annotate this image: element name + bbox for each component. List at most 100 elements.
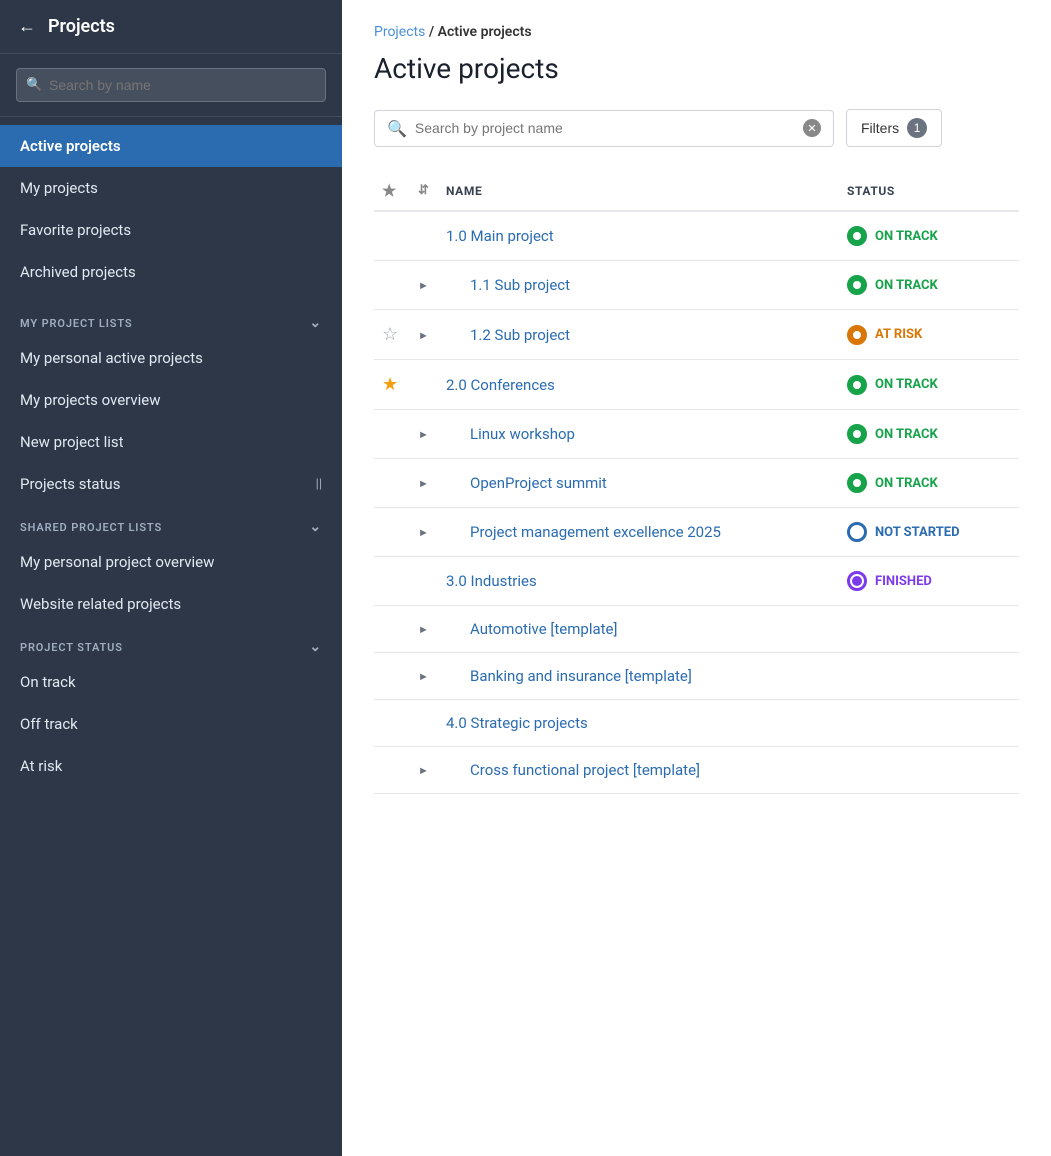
star-cell: [374, 557, 410, 606]
shared-project-lists-section: SHARED PROJECT LISTS ⌄ My personal proje…: [0, 505, 342, 625]
sidebar-item-off-track[interactable]: Off track: [0, 703, 342, 745]
star-cell: [374, 700, 410, 747]
project-name-link[interactable]: Linux workshop: [446, 425, 575, 443]
project-name-link[interactable]: 1.0 Main project: [446, 227, 554, 245]
filters-count-badge: 1: [907, 118, 927, 138]
table-row: 1.0 Main projectON TRACK: [374, 211, 1019, 261]
project-name-link[interactable]: Cross functional project [template]: [446, 761, 700, 779]
th-arrow: ⇵: [410, 171, 438, 211]
sidebar-item-archived-projects[interactable]: Archived projects: [0, 251, 342, 293]
project-name-link[interactable]: 1.1 Sub project: [446, 276, 570, 294]
expand-arrow-cell: [410, 360, 438, 410]
star-icon[interactable]: ★: [382, 374, 398, 395]
sidebar-item-active-projects[interactable]: Active projects: [0, 125, 342, 167]
clear-search-icon[interactable]: ✕: [803, 119, 821, 137]
filters-button[interactable]: Filters 1: [846, 109, 942, 147]
breadcrumb-parent[interactable]: Projects: [374, 24, 425, 40]
project-name-link[interactable]: 4.0 Strategic projects: [446, 714, 588, 732]
expand-arrow-cell: [410, 700, 438, 747]
sidebar-item-label: Website related projects: [20, 595, 181, 613]
status-label: ON TRACK: [875, 427, 938, 442]
status-cell: [839, 606, 1019, 653]
table-row: ☆►1.2 Sub projectAT RISK: [374, 310, 1019, 360]
sidebar-item-label: At risk: [20, 757, 62, 775]
table-row: ► Linux workshop ON TRACK: [374, 410, 1019, 459]
sidebar-item-favorite-projects[interactable]: Favorite projects: [0, 209, 342, 251]
project-name-cell: Linux workshop: [438, 410, 839, 459]
sidebar-item-label: New project list: [20, 433, 124, 451]
project-status-chevron[interactable]: ⌄: [309, 639, 322, 655]
status-cell: ON TRACK: [839, 261, 1019, 310]
project-name-cell: 1.0 Main project: [438, 211, 839, 261]
status-label: ON TRACK: [875, 476, 938, 491]
sidebar-item-website-related-projects[interactable]: Website related projects: [0, 583, 342, 625]
my-project-lists-chevron[interactable]: ⌄: [309, 315, 322, 331]
sidebar-search-container: 🔍: [0, 54, 342, 117]
back-icon[interactable]: ←: [18, 16, 36, 37]
star-cell: [374, 211, 410, 261]
project-name-cell: OpenProject summit: [438, 459, 839, 508]
sidebar-item-label: Off track: [20, 715, 78, 733]
status-dot: [847, 473, 867, 493]
filters-label: Filters: [861, 120, 899, 136]
expand-arrow-icon[interactable]: ►: [418, 329, 429, 342]
expand-arrow-icon[interactable]: ►: [418, 764, 429, 777]
project-name-cell: Automotive [template]: [438, 606, 839, 653]
project-search-input[interactable]: [415, 120, 795, 136]
expand-arrow-icon[interactable]: ►: [418, 477, 429, 490]
expand-arrow-icon[interactable]: ►: [418, 279, 429, 292]
status-label: NOT STARTED: [875, 525, 960, 540]
sidebar-item-my-projects-overview[interactable]: My projects overview: [0, 379, 342, 421]
shared-project-lists-chevron[interactable]: ⌄: [309, 519, 322, 535]
project-name-cell: 4.0 Strategic projects: [438, 700, 839, 747]
sidebar-item-my-personal-active[interactable]: My personal active projects: [0, 337, 342, 379]
star-cell: [374, 459, 410, 508]
star-cell: [374, 410, 410, 459]
sidebar-item-on-track[interactable]: On track: [0, 661, 342, 703]
status-dot: [847, 275, 867, 295]
project-name-link[interactable]: Project management excellence 2025: [446, 523, 721, 541]
table-row: 3.0 Industries FINISHED: [374, 557, 1019, 606]
project-name-link[interactable]: 2.0 Conferences: [446, 376, 555, 394]
status-cell: ON TRACK: [839, 459, 1019, 508]
star-cell: ★: [374, 360, 410, 410]
sidebar-item-label: My projects overview: [20, 391, 161, 409]
expand-arrow-icon[interactable]: ►: [418, 526, 429, 539]
th-name[interactable]: NAME: [438, 171, 839, 211]
expand-arrow-icon[interactable]: ►: [418, 428, 429, 441]
status-cell: ON TRACK: [839, 410, 1019, 459]
sidebar-item-projects-status[interactable]: Projects status ||: [0, 463, 342, 505]
sidebar-item-my-personal-project-overview[interactable]: My personal project overview: [0, 541, 342, 583]
expand-arrow-cell: ►: [410, 310, 438, 360]
project-search-bar: 🔍 ✕: [374, 110, 834, 147]
project-table: ★ ⇵ NAME STATUS 1.0 Main projectON TRACK…: [374, 171, 1019, 794]
sidebar-item-at-risk[interactable]: At risk: [0, 745, 342, 787]
expand-arrow-cell: ►: [410, 410, 438, 459]
sidebar-main-nav: Active projects My projects Favorite pro…: [0, 117, 342, 301]
status-badge: ON TRACK: [847, 473, 1011, 493]
status-cell: [839, 653, 1019, 700]
status-dot: [847, 571, 867, 591]
project-status-label: PROJECT STATUS: [20, 641, 123, 654]
expand-arrow-icon[interactable]: ►: [418, 670, 429, 683]
status-cell: [839, 700, 1019, 747]
project-name-cell: 2.0 Conferences: [438, 360, 839, 410]
sidebar-item-my-projects[interactable]: My projects: [0, 167, 342, 209]
sidebar-item-new-project-list[interactable]: New project list: [0, 421, 342, 463]
th-status[interactable]: STATUS: [839, 171, 1019, 211]
sidebar-search-input[interactable]: [16, 68, 326, 102]
project-name-link[interactable]: Automotive [template]: [446, 620, 617, 638]
project-name-link[interactable]: Banking and insurance [template]: [446, 667, 692, 685]
star-icon[interactable]: ☆: [382, 324, 398, 345]
status-cell: NOT STARTED: [839, 508, 1019, 557]
project-name-cell: Cross functional project [template]: [438, 747, 839, 794]
project-name-link[interactable]: 3.0 Industries: [446, 572, 537, 590]
status-label: FINISHED: [875, 574, 932, 589]
project-name-link[interactable]: 1.2 Sub project: [446, 326, 570, 344]
expand-arrow-icon[interactable]: ►: [418, 623, 429, 636]
table-row: ★2.0 ConferencesON TRACK: [374, 360, 1019, 410]
project-name-link[interactable]: OpenProject summit: [446, 474, 607, 492]
project-status-header: PROJECT STATUS ⌄: [0, 625, 342, 661]
status-badge: ON TRACK: [847, 424, 1011, 444]
status-badge: ON TRACK: [847, 275, 1011, 295]
